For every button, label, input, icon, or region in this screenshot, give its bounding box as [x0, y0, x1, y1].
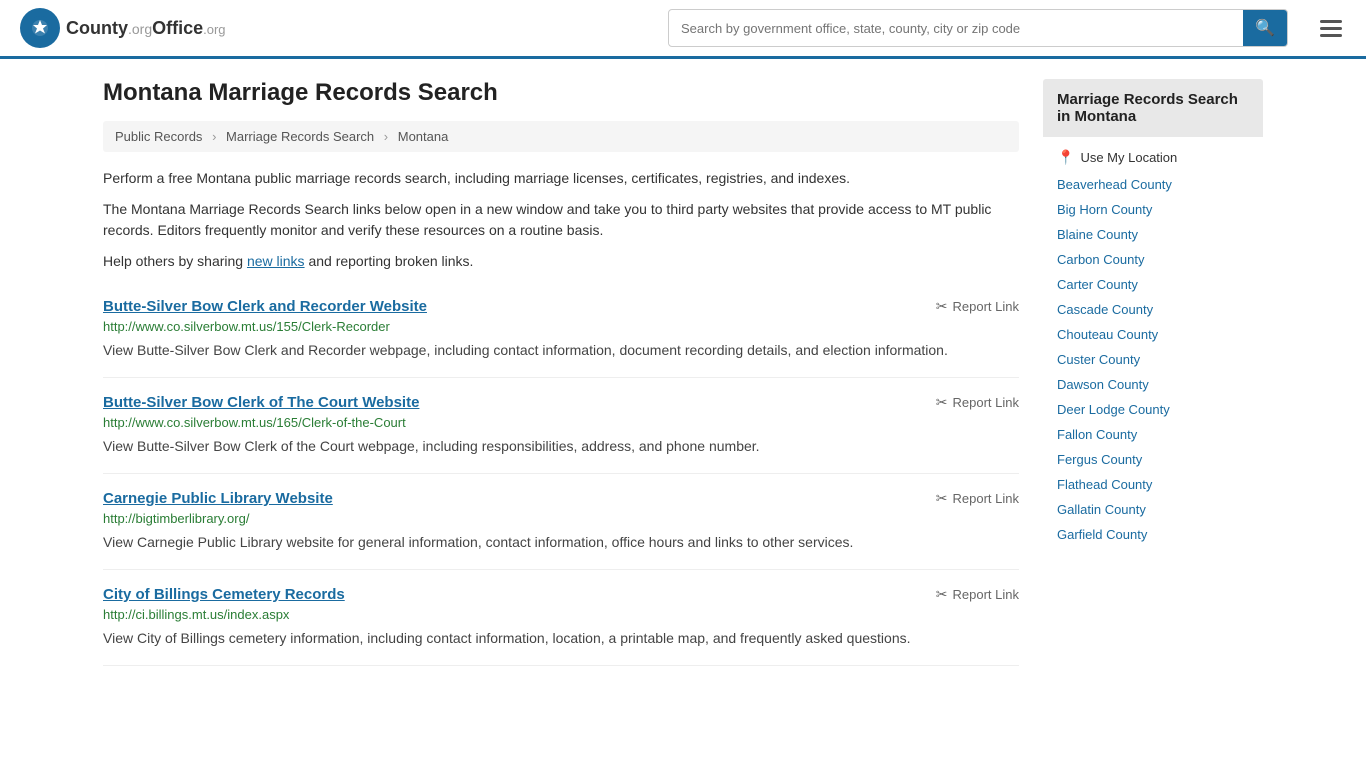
- sidebar-county-item: Blaine County: [1043, 222, 1263, 247]
- sidebar-county-item: Gallatin County: [1043, 497, 1263, 522]
- result-desc-3: View Carnegie Public Library website for…: [103, 532, 1019, 553]
- result-header: City of Billings Cemetery Records ✂ Repo…: [103, 586, 1019, 603]
- result-title-1[interactable]: Butte-Silver Bow Clerk and Recorder Webs…: [103, 298, 427, 315]
- breadcrumb: Public Records › Marriage Records Search…: [103, 121, 1019, 152]
- result-title-4[interactable]: City of Billings Cemetery Records: [103, 586, 345, 603]
- sidebar-county-item: Carter County: [1043, 272, 1263, 297]
- sidebar-county-item: Cascade County: [1043, 297, 1263, 322]
- report-link-label-4: Report Link: [953, 587, 1019, 602]
- report-link-3[interactable]: ✂ Report Link: [936, 490, 1019, 507]
- result-url-2[interactable]: http://www.co.silverbow.mt.us/165/Clerk-…: [103, 415, 1019, 430]
- report-link-1[interactable]: ✂ Report Link: [936, 298, 1019, 315]
- sidebar-county-carter-county[interactable]: Carter County: [1043, 272, 1263, 297]
- sidebar-county-blaine-county[interactable]: Blaine County: [1043, 222, 1263, 247]
- new-links-link[interactable]: new links: [247, 253, 305, 269]
- result-desc-4: View City of Billings cemetery informati…: [103, 628, 1019, 649]
- report-link-label-1: Report Link: [953, 299, 1019, 314]
- sidebar-county-item: Flathead County: [1043, 472, 1263, 497]
- result-item: Carnegie Public Library Website ✂ Report…: [103, 474, 1019, 570]
- intro-paragraph-3: Help others by sharing new links and rep…: [103, 251, 1019, 272]
- report-link-icon-4: ✂: [936, 586, 948, 603]
- result-url-3[interactable]: http://bigtimberlibrary.org/: [103, 511, 1019, 526]
- sidebar-county-item: Fergus County: [1043, 447, 1263, 472]
- result-item: City of Billings Cemetery Records ✂ Repo…: [103, 570, 1019, 666]
- sidebar-county-custer-county[interactable]: Custer County: [1043, 347, 1263, 372]
- search-input[interactable]: [669, 13, 1243, 44]
- search-button[interactable]: 🔍: [1243, 10, 1287, 46]
- sidebar-county-fallon-county[interactable]: Fallon County: [1043, 422, 1263, 447]
- sidebar-county-item: Beaverhead County: [1043, 172, 1263, 197]
- report-link-icon-1: ✂: [936, 298, 948, 315]
- report-link-icon-3: ✂: [936, 490, 948, 507]
- sidebar: Marriage Records Search in Montana 📍 Use…: [1043, 79, 1263, 666]
- breadcrumb-public-records[interactable]: Public Records: [115, 129, 202, 144]
- sidebar-county-item: Fallon County: [1043, 422, 1263, 447]
- content-area: Montana Marriage Records Search Public R…: [103, 79, 1019, 666]
- search-icon: 🔍: [1255, 20, 1275, 37]
- sidebar-county-item: Deer Lodge County: [1043, 397, 1263, 422]
- hamburger-menu-button[interactable]: [1316, 16, 1346, 41]
- logo-icon: [20, 8, 60, 48]
- report-link-4[interactable]: ✂ Report Link: [936, 586, 1019, 603]
- site-logo[interactable]: County.orgOffice.org: [20, 8, 226, 48]
- sidebar-heading: Marriage Records Search in Montana: [1043, 79, 1263, 137]
- intro-paragraph-2: The Montana Marriage Records Search link…: [103, 199, 1019, 241]
- results-list: Butte-Silver Bow Clerk and Recorder Webs…: [103, 282, 1019, 666]
- result-desc-1: View Butte-Silver Bow Clerk and Recorder…: [103, 340, 1019, 361]
- sidebar-county-chouteau-county[interactable]: Chouteau County: [1043, 322, 1263, 347]
- sidebar-county-item: Carbon County: [1043, 247, 1263, 272]
- sidebar-county-dawson-county[interactable]: Dawson County: [1043, 372, 1263, 397]
- sidebar-county-flathead-county[interactable]: Flathead County: [1043, 472, 1263, 497]
- location-pin-icon: 📍: [1057, 149, 1074, 166]
- result-url-4[interactable]: http://ci.billings.mt.us/index.aspx: [103, 607, 1019, 622]
- sidebar-county-item: Custer County: [1043, 347, 1263, 372]
- logo-text: County.orgOffice.org: [66, 18, 226, 39]
- report-link-label-2: Report Link: [953, 395, 1019, 410]
- main-layout: Montana Marriage Records Search Public R…: [83, 59, 1283, 686]
- sidebar-county-big-horn-county[interactable]: Big Horn County: [1043, 197, 1263, 222]
- result-url-1[interactable]: http://www.co.silverbow.mt.us/155/Clerk-…: [103, 319, 1019, 334]
- page-title: Montana Marriage Records Search: [103, 79, 1019, 107]
- sidebar-county-item: Chouteau County: [1043, 322, 1263, 347]
- sidebar-county-item: Dawson County: [1043, 372, 1263, 397]
- breadcrumb-montana[interactable]: Montana: [398, 129, 449, 144]
- breadcrumb-marriage-records[interactable]: Marriage Records Search: [226, 129, 374, 144]
- result-desc-2: View Butte-Silver Bow Clerk of the Court…: [103, 436, 1019, 457]
- result-item: Butte-Silver Bow Clerk and Recorder Webs…: [103, 282, 1019, 378]
- sidebar-county-fergus-county[interactable]: Fergus County: [1043, 447, 1263, 472]
- use-my-location[interactable]: 📍 Use My Location: [1043, 143, 1263, 172]
- logo-suffix: .org: [128, 21, 152, 37]
- sidebar-county-garfield-county[interactable]: Garfield County: [1043, 522, 1263, 547]
- hamburger-icon: [1320, 20, 1342, 37]
- sidebar-county-list: 📍 Use My Location Beaverhead CountyBig H…: [1043, 137, 1263, 553]
- report-link-label-3: Report Link: [953, 491, 1019, 506]
- sidebar-county-deer-lodge-county[interactable]: Deer Lodge County: [1043, 397, 1263, 422]
- sidebar-county-cascade-county[interactable]: Cascade County: [1043, 297, 1263, 322]
- sidebar-county-item: Garfield County: [1043, 522, 1263, 547]
- use-my-location-label: Use My Location: [1080, 150, 1177, 165]
- sidebar-county-gallatin-county[interactable]: Gallatin County: [1043, 497, 1263, 522]
- intro-paragraph-1: Perform a free Montana public marriage r…: [103, 168, 1019, 189]
- site-header: County.orgOffice.org 🔍: [0, 0, 1366, 59]
- result-item: Butte-Silver Bow Clerk of The Court Webs…: [103, 378, 1019, 474]
- result-header: Butte-Silver Bow Clerk and Recorder Webs…: [103, 298, 1019, 315]
- result-header: Carnegie Public Library Website ✂ Report…: [103, 490, 1019, 507]
- sidebar-county-item: Big Horn County: [1043, 197, 1263, 222]
- sidebar-county-carbon-county[interactable]: Carbon County: [1043, 247, 1263, 272]
- result-header: Butte-Silver Bow Clerk of The Court Webs…: [103, 394, 1019, 411]
- sidebar-county-beaverhead-county[interactable]: Beaverhead County: [1043, 172, 1263, 197]
- report-link-2[interactable]: ✂ Report Link: [936, 394, 1019, 411]
- result-title-2[interactable]: Butte-Silver Bow Clerk of The Court Webs…: [103, 394, 419, 411]
- result-title-3[interactable]: Carnegie Public Library Website: [103, 490, 333, 507]
- search-bar: 🔍: [668, 9, 1288, 47]
- report-link-icon-2: ✂: [936, 394, 948, 411]
